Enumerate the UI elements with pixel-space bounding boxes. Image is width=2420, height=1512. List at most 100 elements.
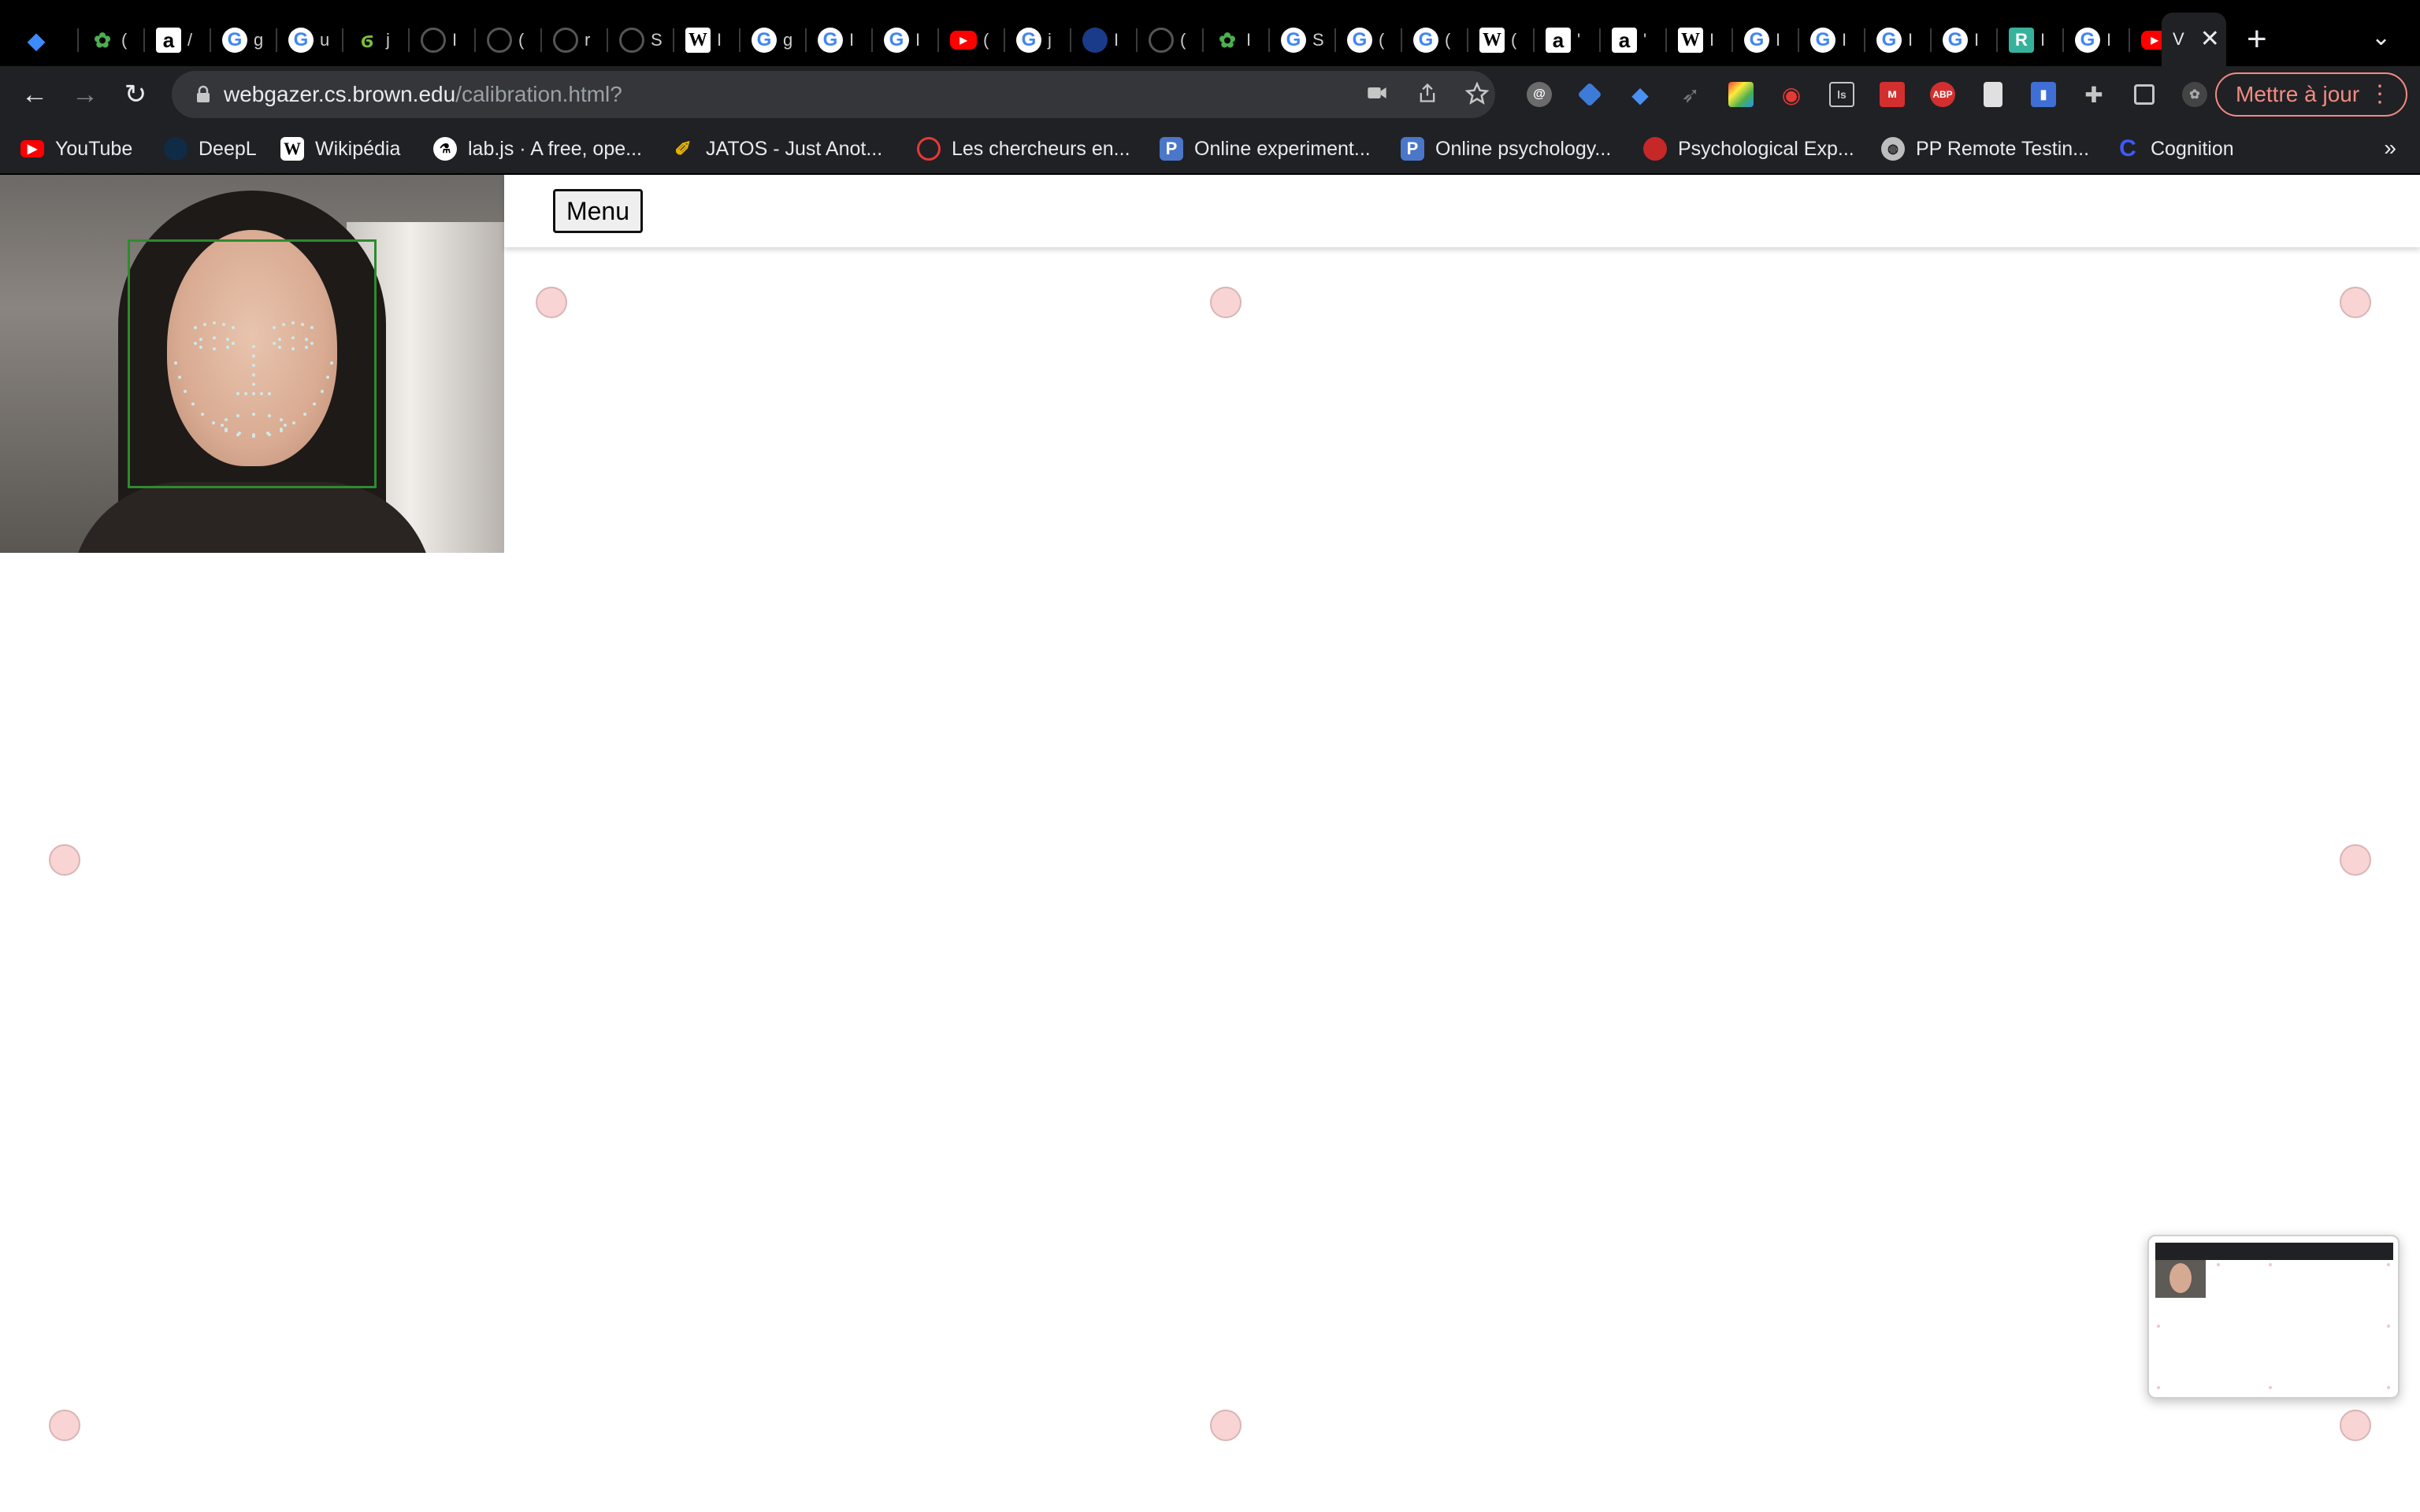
bookmark-online-psychology[interactable]: P Online psychology... (1401, 134, 1611, 164)
calibration-point[interactable] (2340, 287, 2371, 318)
bookmark-pp-remote[interactable]: ◍ PP Remote Testin... (1881, 134, 2089, 164)
browser-tab[interactable]: GI (1865, 14, 1932, 66)
incognito-mail-icon[interactable]: @ (1514, 79, 1564, 110)
browser-tab[interactable]: GI (1799, 14, 1865, 66)
calibration-point[interactable] (1210, 287, 1242, 318)
tab-title: g (783, 30, 793, 50)
browser-tab[interactable]: S (608, 14, 674, 66)
browser-tab[interactable]: ✿( (79, 14, 145, 66)
mendeley-icon[interactable]: ᴍ (1867, 79, 1917, 110)
screenshot-preview-thumbnail[interactable] (2147, 1235, 2400, 1399)
tab-title: I (1974, 30, 1980, 50)
rocket-icon[interactable]: ➶ (1665, 79, 1716, 110)
github-icon (553, 28, 578, 53)
gem-icon[interactable]: ◆ (1615, 79, 1665, 110)
bookmark-wikipedia[interactable]: W Wikipédia (280, 134, 400, 164)
bookmark-labjs[interactable]: ⚗ lab.js · A free, ope... (433, 134, 642, 164)
tab-search-button[interactable]: ⌄ (2371, 24, 2391, 51)
update-button[interactable]: Mettre à jour ⋮ (2215, 72, 2407, 117)
calibration-point[interactable] (536, 287, 567, 318)
browser-tab[interactable]: GI (1932, 14, 1998, 66)
calibration-point[interactable] (1210, 1410, 1242, 1441)
deepl-icon (164, 137, 187, 161)
bookmark-label: PP Remote Testin... (1916, 137, 2090, 160)
puzzle-icon[interactable]: ✚ (2069, 79, 2119, 110)
tab-title: / (187, 30, 193, 50)
browser-tab[interactable]: I (1071, 14, 1138, 66)
face-landmark-dot (236, 433, 239, 436)
calibration-point[interactable] (49, 1410, 80, 1441)
lock-icon[interactable] (194, 85, 213, 104)
browser-tab[interactable]: RI (1998, 14, 2064, 66)
new-tab-button[interactable]: + (2247, 22, 2267, 57)
color-palette-icon[interactable] (1716, 79, 1766, 110)
browser-tab[interactable]: Gj (1005, 14, 1071, 66)
jatos-icon: ✐ (674, 136, 692, 161)
bookmark-cognition[interactable]: C Cognition (2116, 134, 2233, 164)
browser-tab[interactable]: Gg (740, 14, 807, 66)
sidepanel-icon[interactable] (2119, 79, 2169, 110)
adblock-icon[interactable]: ABP (1917, 79, 1968, 110)
browser-tab[interactable]: a ' (1601, 14, 1667, 66)
browser-tab[interactable]: I (410, 14, 476, 66)
star-icon[interactable] (1464, 81, 1490, 111)
graduation-cap-icon[interactable] (1564, 79, 1615, 110)
active-tab[interactable]: V ✕ (2162, 13, 2226, 66)
reload-button[interactable]: ↻ (117, 76, 154, 113)
share-icon[interactable] (1416, 82, 1438, 109)
face-landmark-dot (326, 376, 329, 379)
back-button[interactable]: ← (16, 76, 54, 113)
close-tab-icon[interactable]: ✕ (2200, 28, 2220, 51)
bookmark-chercheurs[interactable]: Les chercheurs en... (917, 134, 1130, 164)
ls-icon[interactable]: ls (1817, 79, 1867, 110)
bookmark-youtube[interactable]: ▶ YouTube (20, 134, 132, 164)
face-landmark-dot (305, 346, 308, 349)
browser-tab[interactable]: G( (1402, 14, 1468, 66)
browser-tab[interactable]: GS (1270, 14, 1336, 66)
browser-tab[interactable]: G( (1336, 14, 1402, 66)
browser-tab[interactable]: WI (674, 14, 740, 66)
reader-icon[interactable]: ▮ (2018, 79, 2069, 110)
forward-button[interactable]: → (66, 76, 104, 113)
browser-tab[interactable]: GI (807, 14, 873, 66)
face-landmark-dot (273, 326, 276, 329)
camera-icon[interactable] (1366, 82, 1388, 109)
browser-tab[interactable]: WI (1667, 14, 1733, 66)
google-icon: G (1810, 28, 1835, 53)
bookmarks-overflow-button[interactable]: » (2384, 135, 2396, 161)
extensions-area: @ ◆ ➶ ◉ ls ᴍ ABP ▮ ✚ ✿ (1514, 79, 2220, 110)
browser-tab[interactable]: ( (1138, 14, 1204, 66)
document-icon[interactable] (1968, 79, 2018, 110)
browser-tab[interactable]: ( (476, 14, 542, 66)
browser-tab[interactable]: ϭj (343, 14, 410, 66)
browser-tab[interactable]: ✿ I (1204, 14, 1270, 66)
browser-menu-icon[interactable]: ⋮ (2368, 80, 2392, 108)
browser-tab[interactable]: W( (1468, 14, 1535, 66)
browser-tab[interactable]: Gu (277, 14, 343, 66)
browser-tab[interactable]: r (542, 14, 608, 66)
brain-icon: ✿ (94, 28, 111, 52)
google-icon: G (1347, 28, 1372, 53)
browser-tab[interactable]: ▶( (939, 14, 1005, 66)
browser-tab[interactable]: a ' (1535, 14, 1601, 66)
browser-tab[interactable]: ◆ (13, 14, 79, 66)
address-bar[interactable]: webgazer.cs.brown.edu/calibration.html? (172, 71, 1495, 118)
browser-tab[interactable]: GI (873, 14, 939, 66)
browser-tab[interactable]: a / (145, 14, 211, 66)
bookmark-online-experiment[interactable]: P Online experiment... (1160, 134, 1371, 164)
calibration-point[interactable] (2340, 1410, 2371, 1441)
calibration-point[interactable] (2340, 844, 2371, 876)
calibration-point[interactable] (49, 844, 80, 876)
eye-icon[interactable]: ◉ (1766, 79, 1817, 110)
browser-tab[interactable]: GI (1733, 14, 1799, 66)
bookmark-label: Wikipédia (315, 137, 401, 160)
browser-tab[interactable]: GI (2064, 14, 2130, 66)
profile-brain-icon[interactable]: ✿ (2169, 79, 2220, 110)
bookmark-label: JATOS - Just Anot... (706, 137, 883, 160)
bookmark-psychological-exp[interactable]: Psychological Exp... (1643, 134, 1854, 164)
url-text[interactable]: webgazer.cs.brown.edu/calibration.html? (224, 82, 622, 107)
browser-tab[interactable]: Gg (211, 14, 277, 66)
bookmark-jatos[interactable]: ✐ JATOS - Just Anot... (671, 134, 882, 164)
menu-button[interactable]: Menu (553, 189, 643, 233)
bookmark-deepl[interactable]: DeepL (164, 134, 257, 164)
